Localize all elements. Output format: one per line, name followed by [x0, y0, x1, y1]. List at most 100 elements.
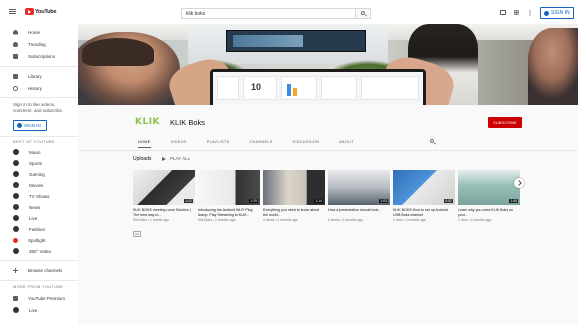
video-title[interactable]: Introducing the Android Wi-Fi Plug &amp;… — [198, 208, 260, 217]
fashion-icon — [13, 226, 19, 232]
sidebar-item-label: News — [29, 204, 41, 210]
video-title[interactable]: KLIK BOKS How to set up Android USB Boks… — [393, 208, 455, 217]
sidebar-item-label: Fashion — [29, 226, 46, 232]
divider — [0, 280, 78, 281]
video-title[interactable]: Learn why you need KLIK Boks on your... — [458, 208, 520, 217]
more-from-youtube-heading: MORE FROM YOUTUBE — [13, 284, 64, 289]
video-card[interactable]: 1:45 Learn why you need KLIK Boks on you… — [458, 170, 520, 222]
channel-name: KLIK Boks — [170, 118, 206, 127]
video-thumbnail[interactable]: 1:21 — [133, 170, 195, 205]
channel-header: KLIK KLIK Boks SUBSCRIBE HOME VIDEOS PLA… — [78, 105, 578, 150]
sidebar-item-live-more[interactable]: Live — [0, 304, 78, 316]
movies-icon — [13, 182, 19, 188]
youtube-logo-icon — [25, 8, 34, 15]
tablet-panel — [361, 76, 419, 100]
video-thumbnail[interactable]: 1:14 — [263, 170, 325, 205]
video-card[interactable]: 1:14 Everything you need to know about t… — [263, 170, 325, 222]
sidebar-item-label: Home — [28, 29, 41, 35]
account-icon — [17, 123, 22, 128]
tab-discussion[interactable]: DISCUSSION — [293, 138, 320, 148]
menu-icon[interactable] — [9, 9, 16, 14]
shelf-title[interactable]: Uploads — [133, 156, 151, 162]
banner-tablet-screen: 10 — [213, 72, 423, 105]
video-meta: Klik Boks • 1 month ago — [133, 218, 169, 222]
sidebar-item-home[interactable]: Home — [0, 26, 78, 38]
video-camera-icon[interactable] — [500, 10, 506, 15]
add-circle-icon — [13, 267, 18, 273]
video-duration: 1:14 — [314, 199, 323, 203]
video-meta: 4 views • 2 months ago — [263, 218, 298, 222]
tablet-bar — [293, 88, 297, 96]
tab-about[interactable]: ABOUT — [339, 138, 354, 148]
sign-in-prompt: Sign in to like videos, comment, and sub… — [13, 102, 64, 113]
cc-badge: CC — [133, 231, 142, 237]
sidebar-item-label: Live — [29, 215, 38, 221]
video-duration: 1:03 — [379, 199, 388, 203]
account-icon — [544, 10, 549, 16]
subscribe-button[interactable]: SUBSCRIBE — [488, 117, 522, 128]
video-thumbnail[interactable]: 1:03 — [328, 170, 390, 205]
sidebar-item-label: Live — [29, 307, 38, 313]
shelf-next-arrow-icon[interactable] — [514, 178, 524, 188]
tab-playlists[interactable]: PLAYLISTS — [207, 138, 230, 148]
video-meta: 1 view • 2 months ago — [393, 218, 427, 222]
sidebar-item-history[interactable]: History — [0, 82, 78, 94]
search-button[interactable] — [355, 9, 370, 18]
sidebar-item-browse-channels[interactable]: Browse channels — [0, 264, 78, 276]
video-title[interactable]: How a presentation should look... — [328, 208, 390, 217]
tablet-number: 10 — [251, 82, 262, 92]
sidebar-item-label: Subscriptions — [28, 53, 56, 59]
apps-grid-icon[interactable] — [514, 10, 519, 15]
video-meta: Klik Boks • 2 months ago — [198, 218, 236, 222]
tab-home[interactable]: HOME — [138, 138, 151, 148]
spotlight-icon — [13, 237, 18, 243]
search-input[interactable] — [182, 9, 355, 18]
sidebar-item-label: TV Shows — [29, 193, 50, 199]
sidebar-item-youtube-premium[interactable]: YouTube Premium — [0, 292, 78, 304]
logo-text: YouTube — [35, 8, 57, 15]
youtube-logo[interactable]: YouTube — [25, 8, 57, 15]
tab-videos[interactable]: VIDEOS — [171, 138, 187, 148]
sign-in-button[interactable]: SIGN IN — [540, 7, 574, 19]
video-card[interactable]: 1:21 KLIK BOKS meeting room Solution | T… — [133, 170, 195, 240]
sign-in-label: SIGN IN — [551, 10, 570, 16]
channel-logo[interactable]: KLIK — [135, 117, 160, 127]
sidebar-item-360-video[interactable]: 360° Video — [0, 245, 78, 257]
gaming-icon — [13, 171, 19, 177]
youtube-premium-icon — [13, 295, 18, 301]
video-duration: 1:45 — [509, 199, 518, 203]
channel-tabs: HOME VIDEOS PLAYLISTS CHANNELS DISCUSSIO… — [138, 138, 434, 148]
news-icon — [13, 204, 19, 210]
video-thumbnail[interactable]: 0:52 — [393, 170, 455, 205]
video-card[interactable]: 1:29 Introducing the Android Wi-Fi Plug … — [198, 170, 260, 222]
sidebar-sign-in-button[interactable]: SIGN IN — [13, 120, 47, 131]
library-icon — [13, 73, 18, 79]
sports-icon — [13, 160, 19, 166]
video-title[interactable]: Everything you need to know about the wo… — [263, 208, 325, 217]
video-card[interactable]: 0:52 KLIK BOKS How to set up Android USB… — [393, 170, 455, 222]
channel-search-icon[interactable] — [430, 139, 434, 143]
sidebar-item-trending[interactable]: Trending — [0, 38, 78, 50]
play-all-button[interactable]: PLAY ALL — [162, 156, 190, 161]
history-icon — [13, 85, 18, 91]
sidebar-item-subscriptions[interactable]: Subscriptions — [0, 50, 78, 62]
more-vert-icon[interactable] — [529, 10, 531, 16]
video-meta: 6 views • 2 months ago — [328, 218, 363, 222]
play-all-label: PLAY ALL — [170, 156, 191, 161]
search-icon — [361, 11, 365, 15]
banner-person-left — [78, 32, 180, 105]
tab-channels[interactable]: CHANNELS — [249, 138, 272, 148]
video-card[interactable]: 1:03 How a presentation should look... 6… — [328, 170, 390, 222]
divider — [0, 136, 78, 137]
live-stream-icon — [13, 307, 19, 313]
video-thumbnail[interactable]: 1:45 — [458, 170, 520, 205]
video-title[interactable]: KLIK BOKS meeting room Solution | The be… — [133, 208, 195, 217]
video-thumbnail[interactable]: 1:29 — [198, 170, 260, 205]
music-icon — [13, 149, 19, 155]
home-icon — [13, 29, 18, 35]
channel-content: Uploads PLAY ALL 1:21 KLIK BOKS meeting … — [78, 150, 578, 325]
sidebar-item-label: Movies — [29, 182, 44, 188]
play-icon — [162, 156, 166, 161]
sidebar-item-library[interactable]: Library — [0, 70, 78, 82]
sidebar-item-label: History — [28, 85, 43, 91]
